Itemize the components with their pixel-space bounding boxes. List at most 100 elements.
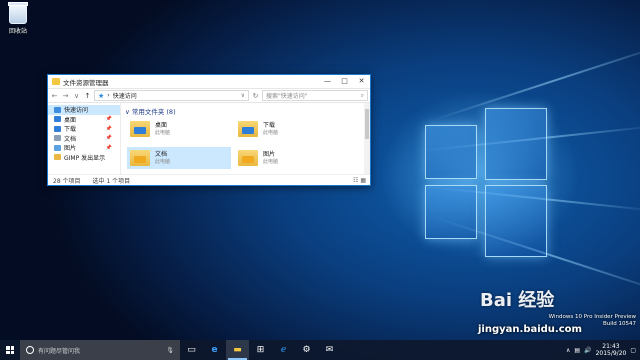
taskbar-edge[interactable]: e: [203, 340, 226, 360]
window-logo-pane: [425, 185, 477, 239]
content-pane: ∨ 常用文件夹 (8) 桌面 此电脑 下载 此电脑 文档 此电脑 图片 此电脑: [121, 103, 370, 174]
sidebar-item-documents[interactable]: 文档 📌: [48, 134, 120, 144]
chevron-down-icon[interactable]: ∨: [241, 92, 245, 99]
section-title: 常用文件夹 (8): [131, 108, 176, 116]
baidu-logo: Bai 经验: [480, 286, 554, 312]
sidebar-item-label: 图片: [64, 145, 77, 153]
sidebar-item-label: 文档: [64, 135, 77, 143]
window-logo-pane: [425, 125, 477, 179]
clock-date: 2015/9/20: [595, 350, 627, 357]
clock[interactable]: 21:43 2015/9/20: [596, 343, 627, 357]
up-button[interactable]: ↑: [83, 92, 92, 100]
view-toggle-icons[interactable]: ☷ ▦: [353, 177, 366, 184]
star-icon: [54, 106, 61, 113]
folder-tile-downloads[interactable]: 下载 此电脑: [235, 118, 339, 140]
recent-locations-button[interactable]: ∨: [72, 92, 81, 100]
selection-count: 选中 1 个项目: [92, 178, 131, 185]
store-icon: ⊞: [256, 345, 265, 355]
pictures-folder-icon: [54, 144, 61, 151]
cortana-icon: [26, 346, 34, 354]
window-logo-pane: [485, 108, 547, 180]
taskbar-settings[interactable]: ⚙: [295, 340, 318, 360]
sidebar-item-pictures[interactable]: 图片 📌: [48, 143, 120, 153]
internet-explorer-icon: ℯ: [280, 345, 287, 355]
notification-icon[interactable]: ▢: [630, 347, 636, 354]
cortana-placeholder: 有问题尽管问我: [38, 347, 81, 355]
task-view-button[interactable]: ▭: [180, 340, 203, 360]
taskbar-ie[interactable]: ℯ: [272, 340, 295, 360]
desktop-icon-label: 回收站: [8, 28, 27, 35]
desktop-folder-icon: [54, 116, 61, 123]
network-icon[interactable]: ▤: [574, 347, 580, 354]
sidebar-item-downloads[interactable]: 下载 📌: [48, 124, 120, 134]
folder-tile-desktop[interactable]: 桌面 此电脑: [127, 118, 231, 140]
taskbar-file-explorer[interactable]: ▬: [226, 340, 249, 360]
search-input[interactable]: 搜索"快速访问" ⌕: [262, 90, 368, 101]
sidebar-item-gimp[interactable]: GIMP 发出显示: [48, 153, 120, 163]
sidebar-item-desktop[interactable]: 桌面 📌: [48, 115, 120, 125]
sidebar-item-label: 下载: [64, 126, 77, 134]
folder-tile-pictures[interactable]: 图片 此电脑: [235, 147, 339, 169]
recycle-bin-icon: [8, 2, 28, 24]
breadcrumb-separator: ›: [107, 92, 110, 99]
frequent-folders-header[interactable]: ∨ 常用文件夹 (8): [121, 103, 370, 119]
title-bar[interactable]: 文件资源管理器 — □ ✕: [48, 75, 370, 89]
address-bar[interactable]: ★ › 快速访问 ∨: [94, 90, 249, 101]
sidebar-item-label: 桌面: [64, 116, 77, 124]
volume-icon[interactable]: 🔊: [584, 347, 591, 354]
taskbar-store[interactable]: ⊞: [249, 340, 272, 360]
download-folder-icon: [54, 125, 61, 132]
windows-logo-icon: [6, 346, 14, 354]
gear-icon: ⚙: [302, 345, 311, 355]
sidebar-item-quick-access[interactable]: 快速访问: [48, 105, 120, 115]
breadcrumb-location[interactable]: 快速访问: [113, 91, 137, 100]
item-count: 28 个项目: [53, 178, 81, 185]
window-title: 文件资源管理器: [63, 78, 109, 87]
sidebar-item-label: GIMP 发出显示: [64, 154, 106, 162]
folder-tile-documents[interactable]: 文档 此电脑: [127, 147, 231, 169]
folder-location: 此电脑: [263, 159, 279, 165]
taskbar-mail[interactable]: ✉: [318, 340, 341, 360]
forward-button[interactable]: →: [61, 92, 70, 100]
chevron-down-icon: ∨: [125, 108, 132, 116]
folder-location: 此电脑: [155, 159, 171, 165]
cortana-search-box[interactable]: 有问题尽管问我 🎙: [20, 340, 180, 360]
build-watermark: Windows 10 Pro Insider Preview Build 105…: [549, 314, 636, 328]
pin-icon: 📌: [105, 116, 112, 123]
folder-icon: [52, 78, 60, 85]
folder-name: 下载: [263, 122, 276, 129]
search-icon: ⌕: [360, 91, 364, 99]
maximize-button[interactable]: □: [336, 75, 353, 88]
task-view-icon: ▭: [187, 345, 196, 355]
pin-icon: 📌: [105, 135, 112, 142]
desktop-icon-recycle-bin[interactable]: 回收站: [4, 2, 32, 35]
mail-icon: ✉: [325, 345, 334, 355]
scrollbar-thumb[interactable]: [365, 109, 369, 139]
address-toolbar: ← → ∨ ↑ ★ › 快速访问 ∨ ↻ 搜索"快速访问" ⌕: [48, 89, 370, 103]
build-line: Build 10547: [602, 321, 636, 327]
refresh-button[interactable]: ↻: [251, 92, 260, 100]
folder-name: 文档: [155, 151, 168, 158]
explorer-body: 快速访问 桌面 📌 下载 📌 文档 📌 图片 📌 GIMP 发出显示 ∨ 常用文…: [48, 103, 370, 174]
brand-text: Bai 经验: [480, 290, 555, 311]
folder-icon: [54, 154, 61, 161]
build-line: Windows 10 Pro Insider Preview: [548, 314, 636, 320]
search-placeholder: 搜索"快速访问": [266, 93, 308, 100]
vertical-scrollbar[interactable]: [364, 103, 370, 174]
chevron-up-icon[interactable]: ∧: [566, 347, 570, 354]
sidebar-item-label: 快速访问: [64, 107, 89, 115]
folder-icon: ▬: [233, 345, 242, 355]
download-folder-icon: [238, 121, 258, 137]
microphone-icon[interactable]: 🎙: [166, 347, 174, 354]
start-button[interactable]: [0, 340, 20, 360]
navigation-pane: 快速访问 桌面 📌 下载 📌 文档 📌 图片 📌 GIMP 发出显示: [48, 103, 121, 174]
documents-folder-icon: [130, 150, 150, 166]
status-bar: 28 个项目 选中 1 个项目 ☷ ▦: [48, 174, 370, 186]
folder-name: 桌面: [155, 122, 168, 129]
folder-name: 图片: [263, 151, 276, 158]
back-button[interactable]: ←: [50, 92, 59, 100]
close-button[interactable]: ✕: [353, 75, 370, 88]
minimize-button[interactable]: —: [319, 75, 336, 88]
pin-icon: 📌: [105, 144, 112, 151]
folder-location: 此电脑: [263, 130, 279, 136]
